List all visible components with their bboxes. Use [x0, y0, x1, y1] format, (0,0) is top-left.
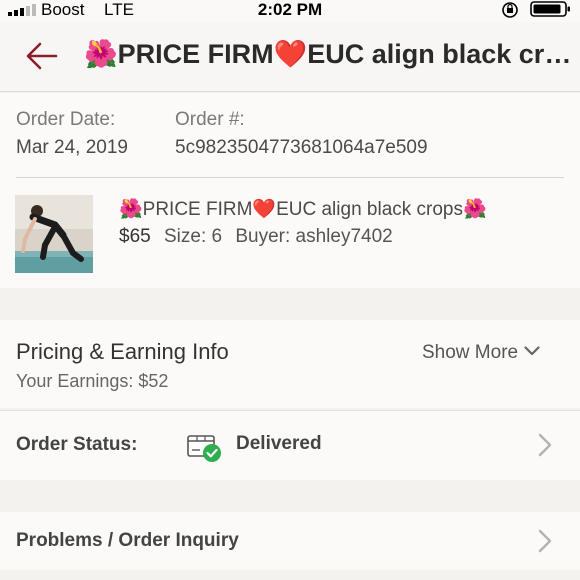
pricing-title: Pricing & Earning Info [16, 339, 229, 364]
item-title[interactable]: 🌺PRICE FIRM❤️EUC align black crops🌺 [119, 197, 487, 221]
order-status-row[interactable]: Order Status: Delivered [0, 410, 580, 480]
your-earnings: Your Earnings: $52 [16, 371, 169, 391]
chevron-down-icon [524, 346, 540, 356]
show-more-button[interactable]: Show More [422, 342, 540, 364]
problems-label: Problems / Order Inquiry [16, 530, 239, 551]
clock: 2:02 PM [257, 0, 323, 19]
arrow-left-icon [26, 42, 58, 70]
rotation-lock-icon [502, 2, 518, 18]
order-status-label: Order Status: [16, 434, 138, 455]
delivered-box-icon [187, 435, 221, 462]
status-bar: Boost LTE 2:02 PM [0, 0, 580, 22]
problems-order-inquiry-row[interactable]: Problems / Order Inquiry [0, 512, 580, 570]
item-photo [15, 195, 93, 273]
back-button[interactable] [16, 38, 64, 74]
show-more-label: Show More [422, 342, 519, 363]
item-size: Size: 6 [163, 226, 223, 247]
chevron-right-icon [538, 433, 552, 457]
divider [16, 177, 564, 178]
order-summary: Order Date: Mar 24, 2019 Order #: 5c9823… [0, 93, 580, 288]
item-meta: $65 Size: 6 Buyer: ashley7402 [119, 226, 393, 248]
order-date-label: Order Date: [16, 109, 116, 130]
battery-icon [530, 1, 570, 17]
order-date-value: Mar 24, 2019 [16, 137, 128, 158]
item-price: $65 [119, 226, 151, 247]
item-buyer: Buyer: ashley7402 [235, 226, 393, 247]
page-title: 🌺PRICE FIRM❤️EUC align black crops🌺 [84, 39, 574, 69]
pricing-earning-section: Pricing & Earning Info Your Earnings: $5… [0, 320, 580, 408]
chevron-right-icon [538, 529, 552, 553]
nav-bar: 🌺PRICE FIRM❤️EUC align black crops🌺 [0, 22, 580, 92]
order-number-label: Order #: [175, 109, 245, 130]
order-status-value: Delivered [236, 433, 322, 454]
order-number-value: 5c9823504773681064a7e509 [175, 137, 428, 158]
item-thumbnail[interactable] [15, 195, 93, 273]
